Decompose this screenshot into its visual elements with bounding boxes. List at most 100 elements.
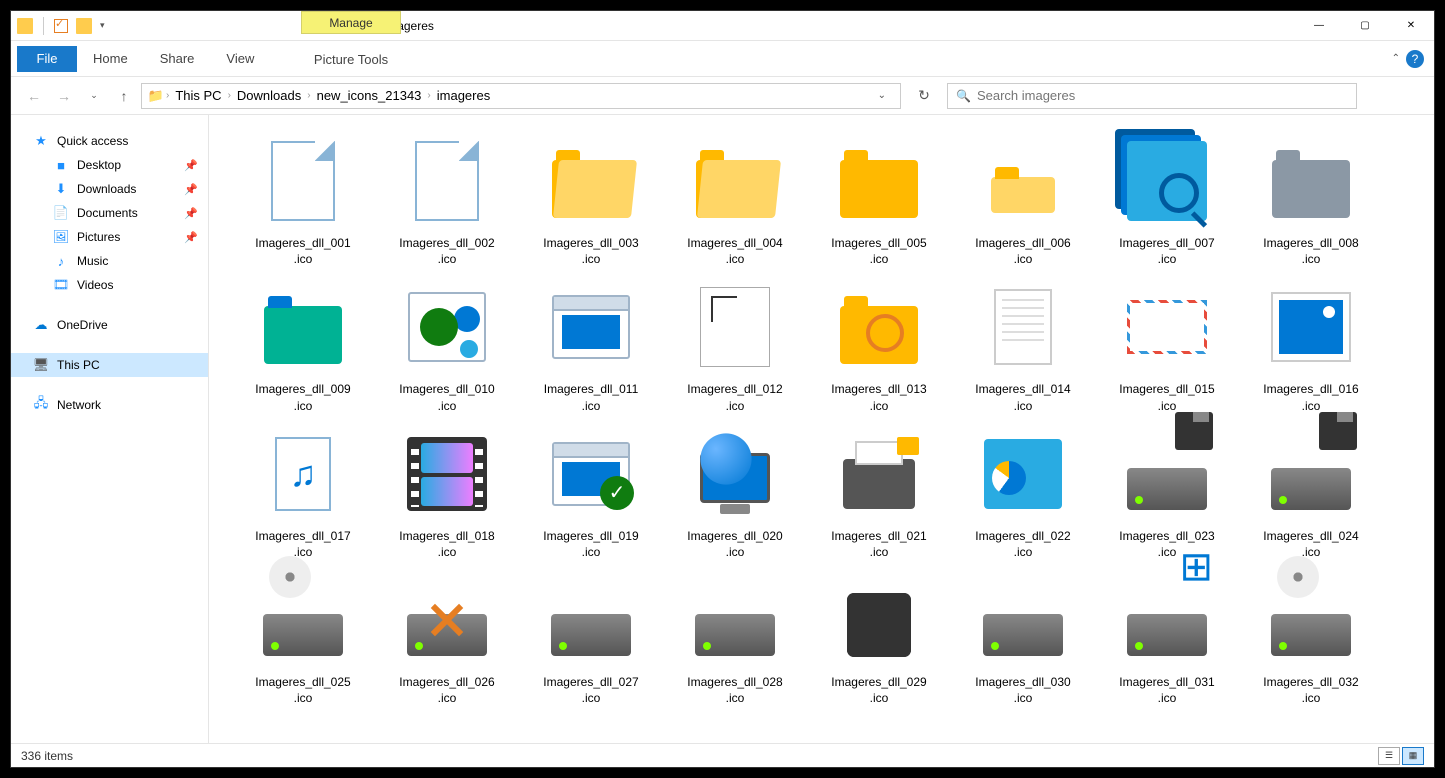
sidebar-onedrive[interactable]: ☁OneDrive — [11, 313, 208, 337]
sidebar-label: Desktop — [77, 158, 121, 172]
file-item[interactable]: Imageres_dll_005.ico — [807, 131, 951, 267]
file-item[interactable]: Imageres_dll_023.ico — [1095, 424, 1239, 560]
file-item[interactable]: Imageres_dll_013.ico — [807, 277, 951, 413]
maximize-button[interactable]: ▢ — [1342, 11, 1388, 41]
chevron-right-icon[interactable]: › — [166, 90, 169, 101]
file-thumbnail-icon — [1117, 424, 1217, 524]
file-thumbnail-icon — [685, 131, 785, 231]
file-item[interactable]: Imageres_dll_011.ico — [519, 277, 663, 413]
sidebar-item-pictures[interactable]: 🖼Pictures📌 — [11, 225, 208, 249]
sidebar-quick-access[interactable]: ★ Quick access — [11, 129, 208, 153]
pin-icon: 📌 — [184, 231, 198, 244]
file-thumbnail-icon — [1261, 570, 1361, 670]
file-item[interactable]: Imageres_dll_022.ico — [951, 424, 1095, 560]
file-item[interactable]: Imageres_dll_012.ico — [663, 277, 807, 413]
navigation-pane[interactable]: ★ Quick access ■ Desktop 📌 ⬇Downloads📌 📄Do… — [11, 115, 209, 743]
tab-home[interactable]: Home — [77, 41, 144, 77]
file-item[interactable]: Imageres_dll_026.ico — [375, 570, 519, 706]
file-item[interactable]: Imageres_dll_027.ico — [519, 570, 663, 706]
music-icon: ♪ — [53, 253, 69, 269]
pictures-icon: 🖼 — [53, 229, 69, 245]
file-item[interactable]: ✓ Imageres_dll_019.ico — [519, 424, 663, 560]
sidebar-this-pc[interactable]: 🖥This PC — [11, 353, 208, 377]
file-item[interactable]: Imageres_dll_020.ico — [663, 424, 807, 560]
file-item[interactable]: Imageres_dll_015.ico — [1095, 277, 1239, 413]
file-item[interactable]: Imageres_dll_028.ico — [663, 570, 807, 706]
file-name-label: Imageres_dll_014.ico — [975, 381, 1070, 413]
qat-newfolder-icon[interactable] — [76, 18, 92, 34]
search-box[interactable]: 🔍 — [947, 83, 1357, 109]
chevron-right-icon[interactable]: › — [427, 90, 430, 101]
file-item[interactable]: Imageres_dll_001.ico — [231, 131, 375, 267]
details-view-button[interactable]: ☰ — [1378, 747, 1400, 765]
back-button[interactable]: ← — [21, 83, 47, 109]
help-icon[interactable]: ? — [1406, 50, 1424, 68]
file-item[interactable]: Imageres_dll_006.ico — [951, 131, 1095, 267]
navigation-bar: ← → ⌄ ↑ 📁 › This PC › Downloads › new_ic… — [11, 77, 1434, 115]
search-input[interactable] — [977, 88, 1348, 103]
file-item[interactable]: Imageres_dll_025.ico — [231, 570, 375, 706]
sidebar-item-music[interactable]: ♪Music — [11, 249, 208, 273]
tab-view[interactable]: View — [210, 41, 270, 77]
file-thumbnail-icon — [685, 570, 785, 670]
breadcrumb-item[interactable]: new_icons_21343 — [313, 88, 426, 103]
file-item[interactable]: Imageres_dll_024.ico — [1239, 424, 1383, 560]
file-item[interactable]: Imageres_dll_007.ico — [1095, 131, 1239, 267]
chevron-right-icon[interactable]: › — [228, 90, 231, 101]
contextual-tab-manage[interactable]: Manage — [301, 11, 401, 34]
file-thumbnail-icon — [1261, 424, 1361, 524]
file-thumbnail-icon — [1117, 277, 1217, 377]
file-item[interactable]: Imageres_dll_030.ico — [951, 570, 1095, 706]
titlebar[interactable]: ▾ Manage imageres — ▢ ✕ — [11, 11, 1434, 41]
file-name-label: Imageres_dll_005.ico — [831, 235, 926, 267]
file-item[interactable]: Imageres_dll_004.ico — [663, 131, 807, 267]
file-name-label: Imageres_dll_030.ico — [975, 674, 1070, 706]
sidebar-item-documents[interactable]: 📄Documents📌 — [11, 201, 208, 225]
ribbon-collapse-icon[interactable]: ⌃ — [1392, 53, 1400, 64]
file-name-label: Imageres_dll_004.ico — [687, 235, 782, 267]
breadcrumb-item[interactable]: Downloads — [233, 88, 305, 103]
file-tab[interactable]: File — [17, 46, 77, 72]
file-item[interactable]: Imageres_dll_003.ico — [519, 131, 663, 267]
desktop-icon: ■ — [53, 157, 69, 173]
icons-view-button[interactable]: ▦ — [1402, 747, 1424, 765]
file-thumbnail-icon — [973, 277, 1073, 377]
close-button[interactable]: ✕ — [1388, 11, 1434, 41]
sidebar-item-videos[interactable]: 🎞Videos — [11, 273, 208, 297]
sidebar-item-downloads[interactable]: ⬇Downloads📌 — [11, 177, 208, 201]
file-item[interactable]: Imageres_dll_029.ico — [807, 570, 951, 706]
file-item[interactable]: Imageres_dll_002.ico — [375, 131, 519, 267]
tab-picture-tools[interactable]: Picture Tools — [301, 41, 401, 77]
address-bar[interactable]: 📁 › This PC › Downloads › new_icons_2134… — [141, 83, 901, 109]
address-dropdown-icon[interactable]: ⌄ — [870, 90, 894, 101]
qat-properties-icon[interactable] — [54, 19, 68, 33]
file-item[interactable]: Imageres_dll_010.ico — [375, 277, 519, 413]
minimize-button[interactable]: — — [1296, 11, 1342, 41]
up-button[interactable]: ↑ — [111, 83, 137, 109]
file-item[interactable]: Imageres_dll_032.ico — [1239, 570, 1383, 706]
sidebar-label: Videos — [77, 278, 113, 292]
tab-share[interactable]: Share — [144, 41, 211, 77]
sidebar-item-desktop[interactable]: ■Desktop📌 — [11, 153, 208, 177]
file-item[interactable]: Imageres_dll_017.ico — [231, 424, 375, 560]
qat-dropdown-icon[interactable]: ▾ — [100, 20, 105, 31]
breadcrumb-item[interactable]: This PC — [171, 88, 225, 103]
recent-dropdown-icon[interactable]: ⌄ — [81, 83, 107, 109]
file-thumbnail-icon — [973, 424, 1073, 524]
refresh-button[interactable]: ↻ — [911, 83, 937, 109]
folder-icon — [17, 18, 33, 34]
breadcrumb-item[interactable]: imageres — [433, 88, 494, 103]
sidebar-label: This PC — [57, 358, 100, 372]
forward-button[interactable]: → — [51, 83, 77, 109]
file-item[interactable]: Imageres_dll_016.ico — [1239, 277, 1383, 413]
sidebar-network[interactable]: 🖧Network — [11, 393, 208, 417]
file-item[interactable]: Imageres_dll_009.ico — [231, 277, 375, 413]
file-item[interactable]: Imageres_dll_014.ico — [951, 277, 1095, 413]
file-item[interactable]: ⊞ Imageres_dll_031.ico — [1095, 570, 1239, 706]
file-item[interactable]: Imageres_dll_018.ico — [375, 424, 519, 560]
file-item[interactable]: Imageres_dll_021.ico — [807, 424, 951, 560]
file-list[interactable]: Imageres_dll_001.ico Imageres_dll_002.ic… — [209, 115, 1434, 743]
file-thumbnail-icon — [1261, 277, 1361, 377]
file-item[interactable]: Imageres_dll_008.ico — [1239, 131, 1383, 267]
chevron-right-icon[interactable]: › — [307, 90, 310, 101]
